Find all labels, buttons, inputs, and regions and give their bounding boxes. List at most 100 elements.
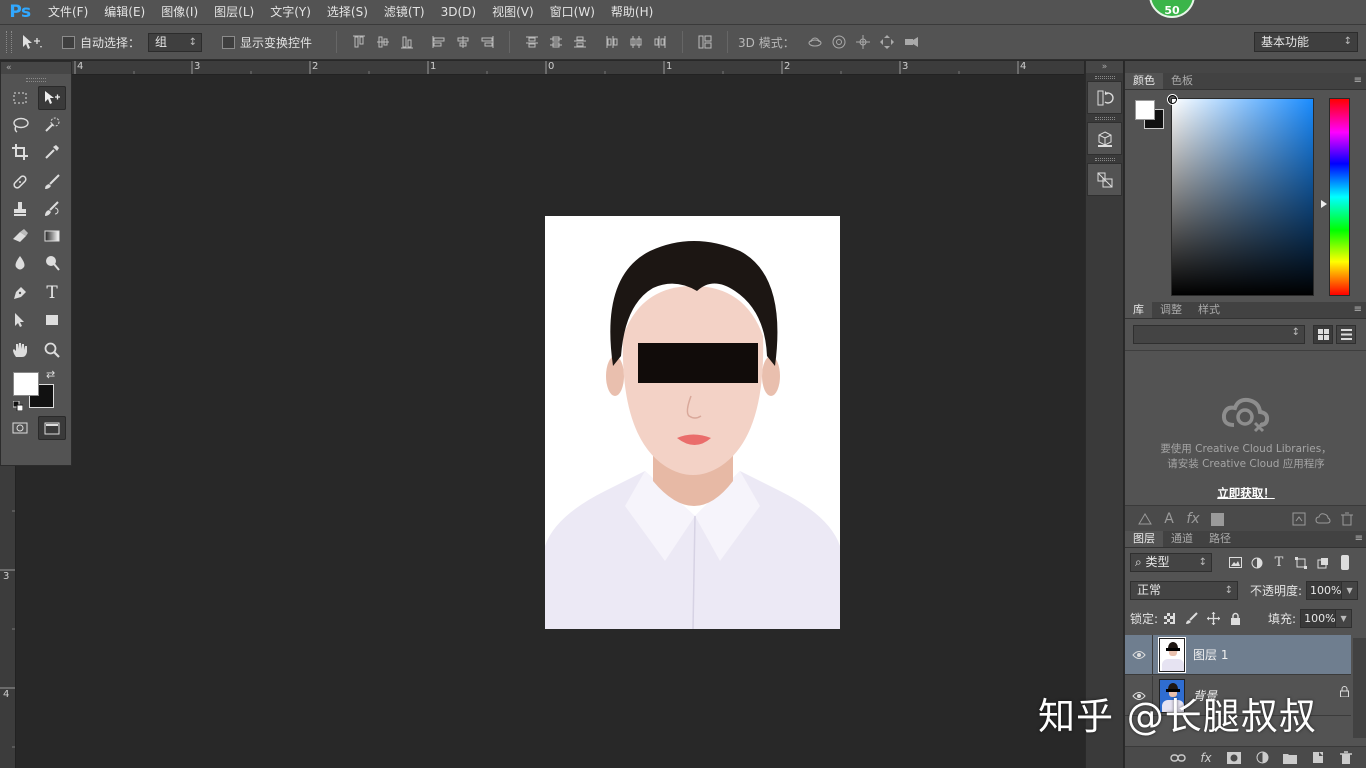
color-field[interactable] bbox=[1168, 95, 1314, 296]
blur-tool-icon[interactable] bbox=[6, 251, 34, 275]
clone-stamp-tool-icon[interactable] bbox=[6, 197, 34, 221]
tools-panel-header[interactable]: « bbox=[1, 62, 71, 74]
lock-position-icon[interactable] bbox=[1202, 610, 1224, 628]
3d-scale-icon[interactable] bbox=[899, 30, 923, 54]
add-layer-style-icon[interactable]: fx bbox=[1195, 748, 1217, 768]
path-selection-tool-icon[interactable] bbox=[6, 308, 34, 332]
3d-roll-icon[interactable] bbox=[827, 30, 851, 54]
color-panel-foreground-swatch[interactable] bbox=[1135, 100, 1155, 120]
stock-icon[interactable] bbox=[1287, 508, 1311, 530]
layer-filter-dropdown[interactable]: ⌕ 类型 bbox=[1130, 553, 1212, 572]
panel-menu-icon[interactable]: ≡ bbox=[1355, 533, 1363, 544]
brush-tool-icon[interactable] bbox=[38, 170, 66, 194]
quick-mask-icon[interactable] bbox=[6, 416, 34, 440]
pen-tool-icon[interactable] bbox=[6, 281, 34, 305]
menu-edit[interactable]: 编辑(E) bbox=[96, 0, 153, 25]
dock-grip[interactable] bbox=[1094, 158, 1115, 161]
type-tool-icon[interactable]: T bbox=[38, 281, 66, 305]
new-group-icon[interactable] bbox=[1279, 748, 1301, 768]
swap-colors-icon[interactable]: ⇄ bbox=[46, 368, 55, 381]
dock-collapse-toggle[interactable]: » bbox=[1086, 61, 1123, 73]
lock-all-icon[interactable] bbox=[1224, 610, 1246, 628]
distribute-left-icon[interactable] bbox=[600, 30, 624, 54]
tab-color[interactable]: 颜色 bbox=[1125, 73, 1163, 89]
gradient-tool-icon[interactable] bbox=[38, 224, 66, 248]
opacity-dropdown-icon[interactable]: ▼ bbox=[1342, 581, 1359, 600]
get-creative-cloud-link[interactable]: 立即获取！ bbox=[1125, 485, 1366, 501]
tab-paths[interactable]: 路径 bbox=[1201, 531, 1239, 547]
auto-select-checkbox[interactable] bbox=[62, 35, 75, 49]
filter-adjustment-icon[interactable] bbox=[1246, 553, 1268, 572]
add-layer-style-icon[interactable]: fx bbox=[1181, 508, 1205, 530]
healing-brush-tool-icon[interactable] bbox=[6, 170, 34, 194]
menu-view[interactable]: 视图(V) bbox=[484, 0, 542, 25]
link-layers-icon[interactable] bbox=[1167, 748, 1189, 768]
menu-type[interactable]: 文字(Y) bbox=[262, 0, 319, 25]
eyedropper-tool-icon[interactable] bbox=[38, 140, 66, 164]
panel-menu-icon[interactable]: ≡ bbox=[1354, 304, 1362, 315]
hand-tool-icon[interactable] bbox=[6, 338, 34, 362]
lasso-tool-icon[interactable] bbox=[6, 113, 34, 137]
document-canvas[interactable] bbox=[545, 216, 840, 629]
distribute-right-icon[interactable] bbox=[648, 30, 672, 54]
notification-badge[interactable]: 50 bbox=[1149, 0, 1195, 18]
history-brush-tool-icon[interactable] bbox=[38, 197, 66, 221]
filter-pixel-icon[interactable] bbox=[1224, 553, 1246, 572]
show-transform-checkbox[interactable] bbox=[222, 35, 236, 49]
tab-layers[interactable]: 图层 bbox=[1125, 531, 1163, 547]
align-left-icon[interactable] bbox=[427, 30, 451, 54]
move-tool-icon[interactable] bbox=[38, 86, 66, 110]
layer-name[interactable]: 图层 1 bbox=[1193, 646, 1228, 663]
crop-tool-icon[interactable] bbox=[6, 140, 34, 164]
lock-pixels-icon[interactable] bbox=[1180, 610, 1202, 628]
tab-swatches[interactable]: 色板 bbox=[1163, 73, 1201, 89]
filter-shape-icon[interactable] bbox=[1290, 553, 1312, 572]
workspace-dropdown[interactable]: 基本功能 bbox=[1254, 32, 1358, 52]
quick-selection-tool-icon[interactable] bbox=[38, 113, 66, 137]
tools-panel-grip[interactable] bbox=[26, 78, 46, 82]
cloud-sync-icon[interactable] bbox=[1311, 508, 1335, 530]
new-adjustment-layer-icon[interactable] bbox=[1251, 748, 1273, 768]
list-view-icon[interactable] bbox=[1336, 325, 1356, 344]
fill-input[interactable]: 100% bbox=[1300, 609, 1337, 628]
align-hcenter-icon[interactable] bbox=[451, 30, 475, 54]
distribute-top-icon[interactable] bbox=[520, 30, 544, 54]
3d-orbit-icon[interactable] bbox=[803, 30, 827, 54]
layer-row-1[interactable]: 图层 1 bbox=[1125, 634, 1351, 675]
panel-menu-icon[interactable]: ≡ bbox=[1354, 75, 1362, 86]
tab-libraries[interactable]: 库 bbox=[1125, 302, 1152, 318]
add-mask-icon[interactable] bbox=[1223, 748, 1245, 768]
menu-3d[interactable]: 3D(D) bbox=[433, 0, 484, 25]
delete-layer-icon[interactable] bbox=[1335, 748, 1357, 768]
3d-pan-icon[interactable] bbox=[851, 30, 875, 54]
align-top-icon[interactable] bbox=[347, 30, 371, 54]
lock-transparency-icon[interactable] bbox=[1158, 610, 1180, 628]
dock-grip[interactable] bbox=[1094, 117, 1115, 120]
align-vcenter-icon[interactable] bbox=[371, 30, 395, 54]
history-panel-icon[interactable] bbox=[1087, 81, 1122, 114]
auto-align-icon[interactable] bbox=[693, 30, 717, 54]
tab-channels[interactable]: 通道 bbox=[1163, 531, 1201, 547]
zoom-tool-icon[interactable] bbox=[38, 338, 66, 362]
align-right-icon[interactable] bbox=[475, 30, 499, 54]
menu-select[interactable]: 选择(S) bbox=[319, 0, 376, 25]
foreground-color-swatch[interactable] bbox=[13, 372, 39, 396]
auto-select-dropdown[interactable]: 组 bbox=[148, 32, 203, 52]
distribute-hcenter-icon[interactable] bbox=[624, 30, 648, 54]
eraser-tool-icon[interactable] bbox=[6, 224, 34, 248]
hue-slider[interactable] bbox=[1329, 98, 1350, 296]
filter-toggle-icon[interactable] bbox=[1334, 553, 1356, 572]
opacity-input[interactable]: 100% bbox=[1306, 581, 1343, 600]
library-dropdown[interactable] bbox=[1133, 325, 1305, 344]
color-picker-handle[interactable] bbox=[1168, 95, 1177, 104]
rectangle-tool-icon[interactable] bbox=[38, 308, 66, 332]
menu-help[interactable]: 帮助(H) bbox=[603, 0, 661, 25]
add-graphic-icon[interactable] bbox=[1133, 508, 1157, 530]
hue-slider-handle[interactable] bbox=[1321, 200, 1327, 208]
align-bottom-icon[interactable] bbox=[395, 30, 419, 54]
tab-styles[interactable]: 样式 bbox=[1190, 302, 1228, 318]
dock-grip[interactable] bbox=[1094, 76, 1115, 79]
right-dock-header[interactable] bbox=[1125, 61, 1366, 73]
visibility-eye-icon[interactable] bbox=[1125, 634, 1153, 675]
filter-type-icon[interactable]: T bbox=[1268, 553, 1290, 572]
